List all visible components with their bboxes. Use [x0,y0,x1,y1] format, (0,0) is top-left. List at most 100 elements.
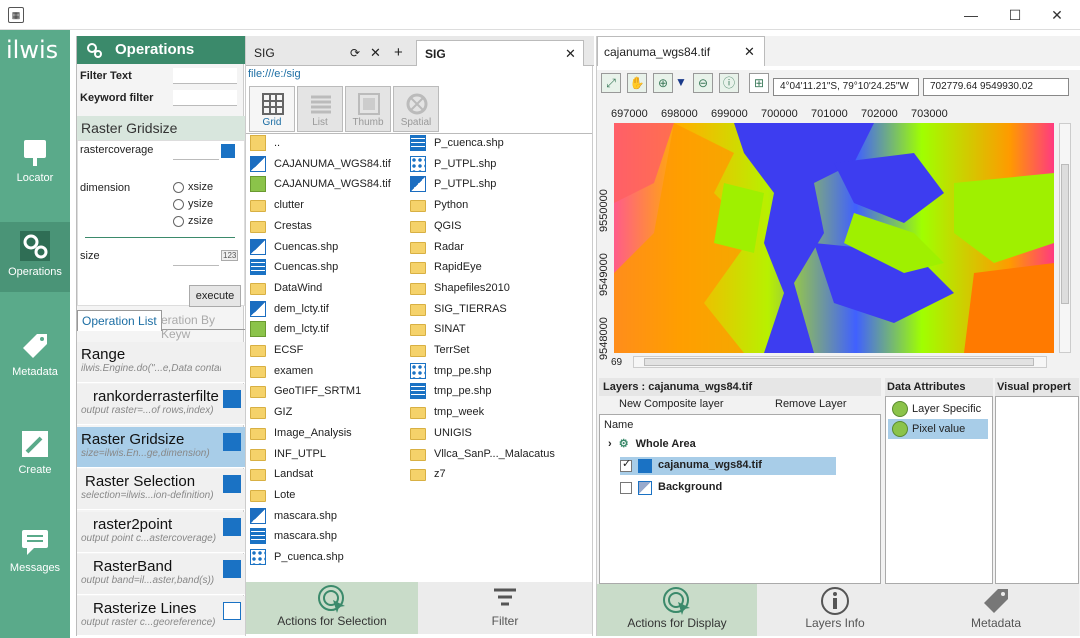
remove-layer-button[interactable]: Remove Layer [775,398,847,410]
file-item[interactable]: QGIS [406,217,462,238]
view-thumb-button[interactable]: Thumb [345,86,391,132]
operation-item-rasterband[interactable]: RasterBand output band=il...aster,band(s… [77,554,245,595]
operation-item-raster-selection[interactable]: Raster Selection selection=ilwis...ion-d… [77,469,245,510]
file-item[interactable]: Landsat [246,465,313,486]
file-item[interactable]: ECSF [246,341,303,362]
tab-sig-2[interactable]: SIG ✕ [416,40,584,66]
file-item[interactable]: tmp_week [406,403,484,424]
file-item[interactable]: SINAT [406,320,466,341]
maximize-button[interactable]: ☐ [992,0,1038,30]
file-item[interactable]: Cuencas.shp [246,238,338,259]
layer-whole-area[interactable]: › ⚙ Whole Area [608,437,696,450]
file-item[interactable]: examen [246,362,313,383]
zoom-extent-button[interactable]: ⤢ [601,73,621,93]
file-item[interactable]: .. [246,134,280,155]
file-item[interactable]: Vllca_SanP..._Malacatus [406,445,555,466]
file-item[interactable]: Image_Analysis [246,424,352,445]
file-item[interactable]: P_cuenca.shp [246,548,344,569]
file-item[interactable]: tmp_pe.shp [406,362,491,383]
raster-map-canvas[interactable] [614,123,1054,353]
operation-item-rasterize-lines[interactable]: Rasterize Lines output raster c...georef… [77,596,245,636]
file-item[interactable]: GIZ [246,403,292,424]
close-tab-icon[interactable]: ✕ [370,40,381,66]
view-grid-button[interactable]: Grid [249,86,295,132]
actions-for-selection-button[interactable]: Actions for Selection [246,582,418,634]
file-item[interactable]: P_UTPL.shp [406,155,496,176]
operation-item-rankorderrasterfilter[interactable]: rankorderrasterfilte output raster=...of… [77,384,245,425]
file-item[interactable]: dem_lcty.tif [246,300,329,321]
file-item[interactable]: CAJANUMA_WGS84.tif [246,155,391,176]
minimize-button[interactable]: — [948,0,994,30]
layers-info-button[interactable]: Layers Info [757,584,913,636]
file-item[interactable]: mascara.shp [246,507,337,528]
zoom-out-button[interactable]: ⊖ [693,73,713,93]
coordinate-xy-field[interactable]: 702779.64 9549930.02 [923,78,1069,96]
file-item[interactable]: z7 [406,465,446,486]
file-item[interactable]: CAJANUMA_WGS84.tif [246,175,391,196]
new-composite-layer-button[interactable]: New Composite layer [619,398,724,410]
tab-operation-by-keyword[interactable]: eration By Keyw [159,310,245,344]
zoom-dropdown[interactable]: ▼ [675,73,687,93]
file-item[interactable]: Lote [246,486,295,507]
file-item[interactable]: GeoTIFF_SRTM1 [246,382,361,403]
file-item[interactable]: dem_lcty.tif [246,320,329,341]
file-item[interactable]: clutter [246,196,304,217]
rastercoverage-input[interactable] [173,144,219,160]
map-tab[interactable]: cajanuma_wgs84.tif ✕ [597,36,765,66]
filter-button[interactable]: Filter [418,582,592,634]
nav-locator[interactable]: Locator [0,128,70,198]
file-item[interactable]: Crestas [246,217,312,238]
file-item[interactable]: SIG_TIERRAS [406,300,507,321]
coordinate-dms-field[interactable]: 4°04'11.21"S, 79°10'24.25"W [773,78,919,96]
file-item[interactable]: RapidEye [406,258,482,279]
pan-button[interactable]: ✋ [627,73,647,93]
radio-button[interactable] [173,198,184,210]
nav-messages[interactable]: Messages [0,518,70,588]
view-spatial-button[interactable]: Spatial [393,86,439,132]
radio-ysize[interactable]: ysize [173,198,213,210]
layer-cajanuma[interactable]: ✓ cajanuma_wgs84.tif [620,457,836,475]
radio-button[interactable] [173,181,184,193]
scrollbar-thumb[interactable] [644,358,1034,366]
close-tab-icon[interactable]: ✕ [744,37,755,67]
file-item[interactable]: P_cuenca.shp [406,134,504,155]
attr-pixel-value[interactable]: Pixel value [888,419,988,439]
file-item[interactable]: Cuencas.shp [246,258,338,279]
zoom-in-button[interactable]: ⊕ [653,73,673,93]
file-item[interactable]: P_UTPL.shp [406,175,496,196]
operation-item-raster2point[interactable]: raster2point output point c...astercover… [77,512,245,553]
file-item[interactable]: tmp_pe.shp [406,382,491,403]
add-tab-icon[interactable]: + [394,40,403,66]
file-item[interactable]: DataWind [246,279,322,300]
layer-background[interactable]: Background [620,479,836,497]
size-input[interactable] [173,250,219,266]
close-tab-icon[interactable]: ✕ [565,41,576,67]
nav-metadata[interactable]: Metadata [0,322,70,392]
keyword-filter-input[interactable] [173,90,237,106]
file-item[interactable]: UNIGIS [406,424,472,445]
scrollbar-thumb[interactable] [1061,164,1069,304]
tab-operation-list[interactable]: Operation List [77,310,162,331]
file-item[interactable]: mascara.shp [246,527,337,548]
file-item[interactable]: Shapefiles2010 [406,279,510,300]
grid-toggle-button[interactable]: ⊞ [749,73,769,93]
attr-layer-specific[interactable]: Layer Specific [888,399,988,419]
metadata-button[interactable]: Metadata [913,584,1079,636]
refresh-icon[interactable]: ⟳ [350,40,360,66]
radio-xsize[interactable]: xsize [173,181,213,193]
view-list-button[interactable]: List [297,86,343,132]
expand-chevron-icon[interactable]: › [608,438,612,450]
radio-zsize[interactable]: zsize [173,215,213,227]
radio-button[interactable] [173,215,184,227]
info-button[interactable]: ⓘ [719,73,739,93]
horizontal-scrollbar[interactable] [633,356,1047,368]
execute-button[interactable]: execute [189,285,241,307]
layer-checkbox[interactable] [620,482,632,494]
vertical-scrollbar[interactable] [1059,123,1071,353]
file-item[interactable]: TerrSet [406,341,469,362]
operation-item-raster-gridsize[interactable]: Raster Gridsize size=ilwis.En...ge,dimen… [77,427,245,468]
file-item[interactable]: Radar [406,238,464,259]
operation-item-range[interactable]: Range ilwis.Engine.do("...e,Data contain… [77,342,245,383]
nav-create[interactable]: Create [0,420,70,490]
file-item[interactable]: INF_UTPL [246,445,326,466]
